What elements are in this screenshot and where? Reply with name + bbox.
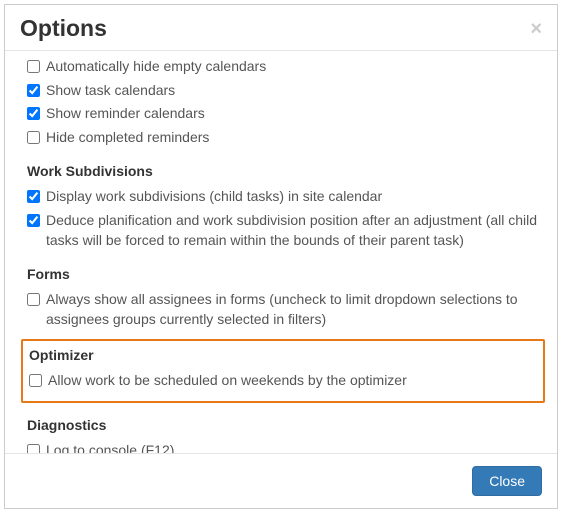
section-heading-diagnostics: Diagnostics: [27, 417, 545, 433]
close-button[interactable]: Close: [472, 466, 542, 496]
section-heading-forms: Forms: [27, 266, 545, 282]
checkbox-log-to-console[interactable]: [27, 444, 40, 453]
option-row: Show reminder calendars: [27, 102, 545, 126]
checkbox-display-work-subdivisions[interactable]: [27, 190, 40, 203]
option-row: Show task calendars: [27, 79, 545, 103]
checkbox-show-reminder-calendars[interactable]: [27, 107, 40, 120]
option-row: Automatically hide empty calendars: [27, 55, 545, 79]
option-label[interactable]: Show reminder calendars: [46, 104, 205, 124]
close-icon[interactable]: ×: [530, 19, 542, 39]
checkbox-hide-completed-reminders[interactable]: [27, 131, 40, 144]
option-label[interactable]: Automatically hide empty calendars: [46, 57, 266, 77]
checkbox-allow-weekend-scheduling[interactable]: [29, 374, 42, 387]
options-modal: Options × Automatically hide empty calen…: [4, 4, 558, 509]
option-row: Deduce planification and work subdivisio…: [27, 209, 545, 252]
checkbox-deduce-planification[interactable]: [27, 214, 40, 227]
option-row: Hide completed reminders: [27, 126, 545, 150]
option-row: Allow work to be scheduled on weekends b…: [29, 369, 537, 393]
checkbox-always-show-assignees[interactable]: [27, 293, 40, 306]
modal-title: Options: [20, 15, 107, 42]
option-label[interactable]: Display work subdivisions (child tasks) …: [46, 187, 382, 207]
modal-header: Options ×: [5, 5, 557, 51]
option-row: Always show all assignees in forms (unch…: [27, 288, 545, 331]
section-heading-optimizer: Optimizer: [29, 347, 537, 363]
checkbox-hide-empty-calendars[interactable]: [27, 60, 40, 73]
modal-footer: Close: [5, 453, 557, 508]
option-label[interactable]: Show task calendars: [46, 81, 175, 101]
option-label[interactable]: Allow work to be scheduled on weekends b…: [48, 371, 407, 391]
option-label[interactable]: Hide completed reminders: [46, 128, 209, 148]
modal-body[interactable]: Automatically hide empty calendars Show …: [5, 51, 557, 453]
option-label[interactable]: Always show all assignees in forms (unch…: [46, 290, 545, 329]
option-row: Display work subdivisions (child tasks) …: [27, 185, 545, 209]
checkbox-show-task-calendars[interactable]: [27, 84, 40, 97]
section-heading-work-subdivisions: Work Subdivisions: [27, 163, 545, 179]
option-label[interactable]: Deduce planification and work subdivisio…: [46, 211, 545, 250]
option-row: Log to console (F12): [27, 439, 545, 453]
optimizer-highlight: Optimizer Allow work to be scheduled on …: [21, 339, 545, 403]
option-label[interactable]: Log to console (F12): [46, 441, 174, 453]
